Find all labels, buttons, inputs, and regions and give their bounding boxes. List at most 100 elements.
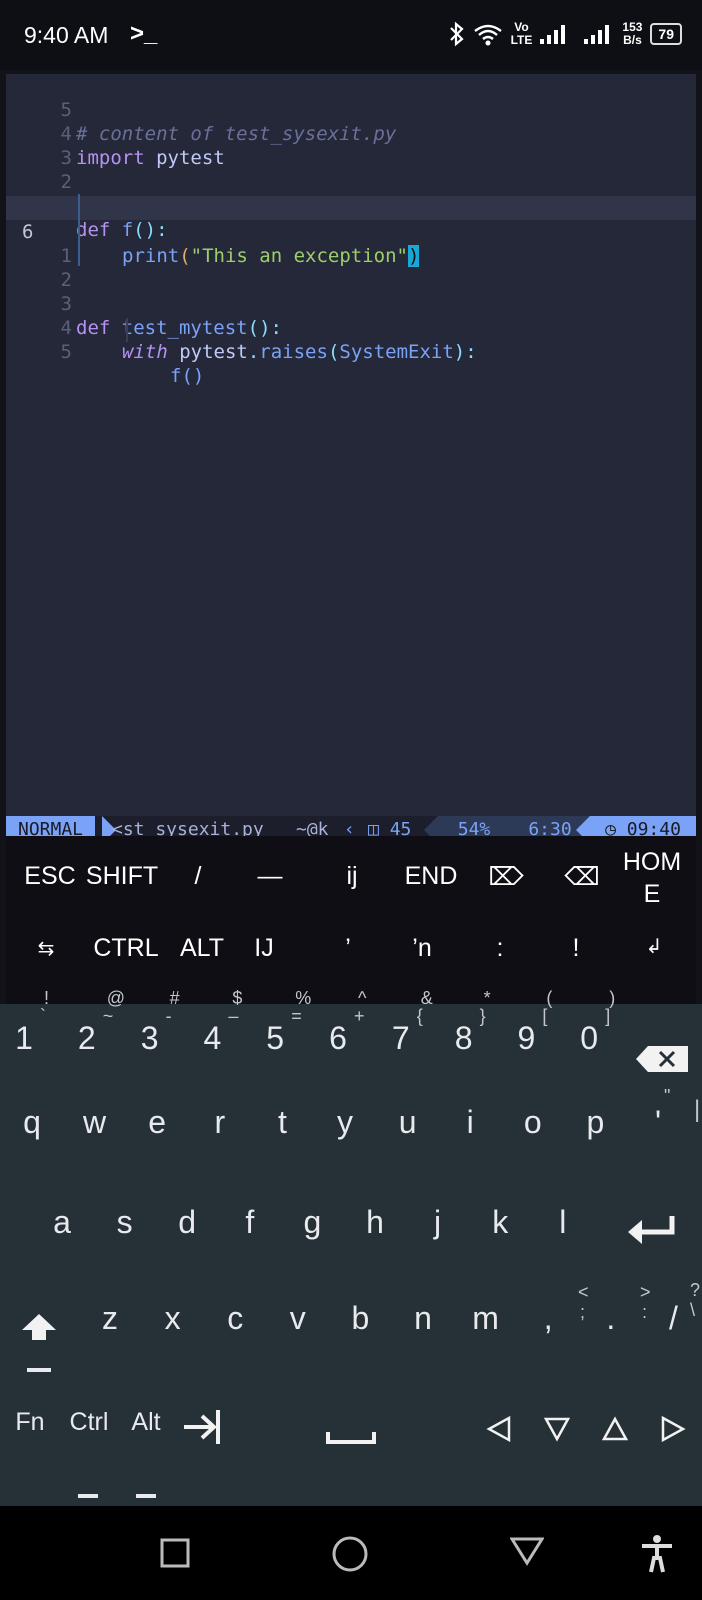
- alt-key-soft[interactable]: Alt: [126, 1408, 166, 1437]
- arrow-right-icon[interactable]: [660, 1416, 686, 1442]
- code-line: 3 def test_mytest():: [6, 268, 696, 339]
- spacebar[interactable]: [326, 1430, 376, 1446]
- key-7[interactable]: 7: [381, 1020, 421, 1057]
- key-9[interactable]: 9: [506, 1020, 546, 1057]
- ctrl-key[interactable]: CTRL: [88, 934, 164, 963]
- home-key[interactable]: HOM E: [618, 846, 686, 910]
- key-u[interactable]: u: [388, 1104, 428, 1141]
- colon-key[interactable]: :: [480, 934, 520, 963]
- key-sub-symbol: ]: [605, 1006, 611, 1026]
- alt-key[interactable]: ALT: [172, 934, 232, 963]
- code-line: 1 def f():: [6, 170, 696, 241]
- key-j[interactable]: j: [418, 1204, 458, 1241]
- ij-key[interactable]: ij: [332, 862, 372, 891]
- apostrophe-n-key[interactable]: ’n: [402, 934, 442, 963]
- key-c[interactable]: c: [215, 1300, 255, 1337]
- key-p[interactable]: p: [575, 1104, 615, 1141]
- key-sub-symbol: +: [354, 1006, 365, 1026]
- backspace-key[interactable]: [634, 1044, 690, 1074]
- key-sub-symbol: `: [40, 1006, 46, 1026]
- tab-icon[interactable]: ⇆: [26, 936, 66, 961]
- accessibility-icon[interactable]: [640, 1534, 674, 1574]
- key-h[interactable]: h: [355, 1204, 395, 1241]
- recents-icon[interactable]: [160, 1538, 190, 1568]
- quote-alt: ": [664, 1086, 671, 1106]
- enter-key[interactable]: [626, 1212, 680, 1248]
- key-1[interactable]: 1: [4, 1020, 44, 1057]
- key-d[interactable]: d: [167, 1204, 207, 1241]
- shift-icon: [22, 1314, 56, 1372]
- navigation-bar: [0, 1506, 702, 1600]
- key-x[interactable]: x: [153, 1300, 193, 1337]
- current-code-line: 6 print("This an exception"): [6, 196, 696, 267]
- arrow-left-icon[interactable]: [486, 1416, 512, 1442]
- key-8[interactable]: 8: [444, 1020, 484, 1057]
- back-icon[interactable]: [510, 1536, 544, 1566]
- key-s[interactable]: s: [105, 1204, 145, 1241]
- key-apostrophe[interactable]: ': [638, 1104, 678, 1141]
- key-i[interactable]: i: [450, 1104, 490, 1141]
- key-period[interactable]: .: [591, 1300, 631, 1337]
- key-slash[interactable]: /: [653, 1300, 693, 1337]
- tab-key[interactable]: [184, 1410, 224, 1444]
- key-v[interactable]: v: [278, 1300, 318, 1337]
- home-icon[interactable]: [332, 1536, 368, 1572]
- shift-key[interactable]: SHIFT: [82, 862, 162, 891]
- apostrophe-key[interactable]: ’: [328, 934, 368, 963]
- key-z[interactable]: z: [90, 1300, 130, 1337]
- fn-key[interactable]: Fn: [10, 1408, 50, 1437]
- backslash-alt: \: [690, 1300, 696, 1320]
- key-5[interactable]: 5: [255, 1020, 295, 1057]
- bluetooth-icon: [449, 21, 464, 47]
- key-3[interactable]: 3: [130, 1020, 170, 1057]
- enter-icon: [628, 1216, 675, 1244]
- key-2[interactable]: 2: [67, 1020, 107, 1057]
- ij-upper-key[interactable]: IJ: [244, 934, 284, 963]
- termux-extra-keys: ESC SHIFT / — ij END ⌦ ⌫ HOM E ⇆ CTRL AL…: [6, 836, 696, 1006]
- end-key[interactable]: END: [396, 862, 466, 891]
- esc-key[interactable]: ESC: [18, 862, 82, 891]
- slash-key[interactable]: /: [178, 862, 218, 891]
- code-line: 5 # content of test_sysexit.py: [6, 74, 696, 145]
- lt-alt: <: [578, 1282, 589, 1302]
- exclamation-key[interactable]: !: [556, 934, 596, 963]
- key-m[interactable]: m: [466, 1300, 506, 1337]
- volte-indicator: Vo LTE: [511, 21, 533, 47]
- enter-icon[interactable]: ↲: [634, 934, 674, 959]
- dash-key[interactable]: —: [250, 862, 290, 891]
- key-e[interactable]: e: [137, 1104, 177, 1141]
- key-b[interactable]: b: [340, 1300, 380, 1337]
- key-6[interactable]: 6: [318, 1020, 358, 1057]
- key-q[interactable]: q: [12, 1104, 52, 1141]
- code-editor[interactable]: 5 # content of test_sysexit.py 4 import …: [6, 74, 696, 816]
- line-number: 5: [60, 341, 72, 363]
- key-n[interactable]: n: [403, 1300, 443, 1337]
- forward-delete-icon[interactable]: ⌦: [486, 862, 526, 892]
- key-0[interactable]: 0: [569, 1020, 609, 1057]
- backspace-icon[interactable]: ⌫: [562, 862, 602, 892]
- alt-lock-indicator: [136, 1494, 156, 1498]
- key-4[interactable]: 4: [192, 1020, 232, 1057]
- indent-guide: [78, 194, 80, 266]
- arrow-up-icon[interactable]: [602, 1416, 628, 1442]
- key-l[interactable]: l: [543, 1204, 583, 1241]
- lte-label: LTE: [510, 33, 533, 47]
- key-w[interactable]: w: [75, 1104, 115, 1141]
- colon-alt: :: [642, 1302, 648, 1322]
- key-comma[interactable]: ,: [528, 1300, 568, 1337]
- ctrl-key-soft[interactable]: Ctrl: [66, 1408, 112, 1437]
- key-t[interactable]: t: [262, 1104, 302, 1141]
- key-f[interactable]: f: [230, 1204, 270, 1241]
- arrow-down-icon[interactable]: [544, 1416, 570, 1442]
- key-k[interactable]: k: [480, 1204, 520, 1241]
- battery-icon: 79: [650, 23, 682, 45]
- signal-icon: [540, 25, 566, 44]
- key-r[interactable]: r: [200, 1104, 240, 1141]
- key-sub-symbol: –: [228, 1006, 239, 1026]
- shift-key[interactable]: [22, 1314, 56, 1374]
- key-o[interactable]: o: [513, 1104, 553, 1141]
- key-g[interactable]: g: [292, 1204, 332, 1241]
- key-y[interactable]: y: [325, 1104, 365, 1141]
- key-a[interactable]: a: [42, 1204, 82, 1241]
- arrow-keys: [486, 1416, 692, 1446]
